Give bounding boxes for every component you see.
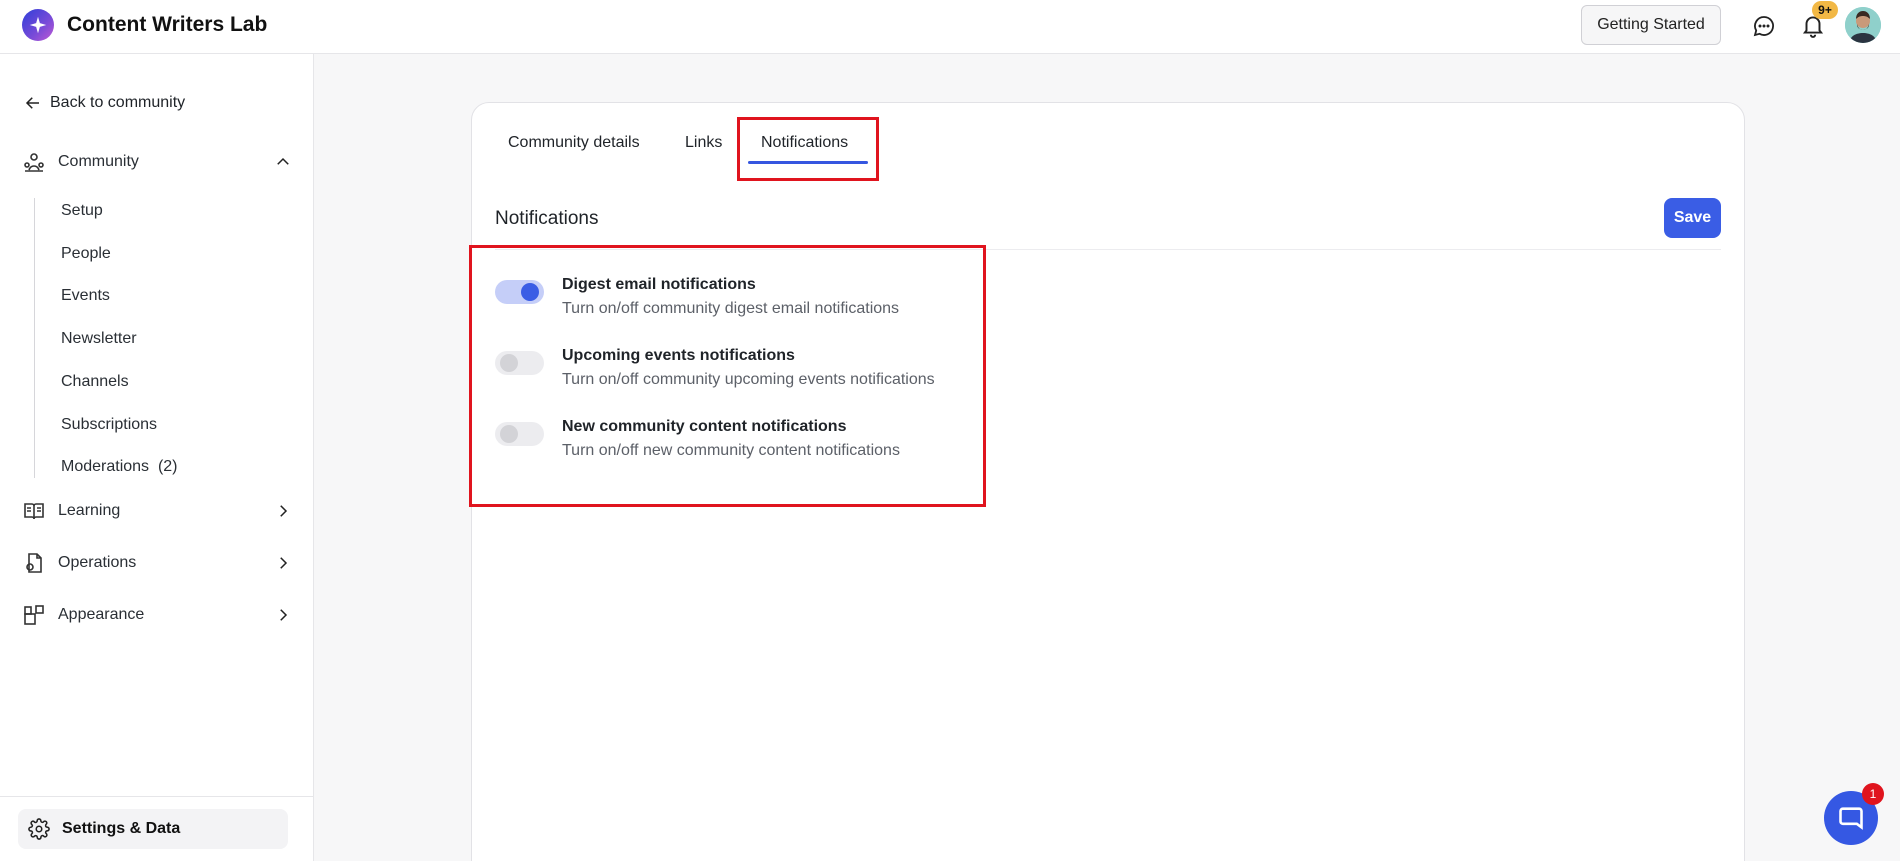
- operations-icon: [26, 553, 42, 573]
- notification-description: Turn on/off community digest email notif…: [562, 300, 900, 317]
- new-content-toggle[interactable]: [495, 422, 544, 446]
- back-to-community-link[interactable]: Back to community: [24, 94, 185, 112]
- settings-and-data-button[interactable]: Settings & Data: [18, 809, 288, 849]
- sidebar-divider: [0, 796, 314, 797]
- tab-notifications[interactable]: Notifications: [761, 134, 848, 152]
- sidebar-item-subscriptions[interactable]: Subscriptions: [61, 416, 157, 434]
- section-divider: [495, 249, 1721, 250]
- sidebar-group-label: Operations: [58, 554, 137, 571]
- chat-badge: 1: [1862, 783, 1884, 805]
- tab-links[interactable]: Links: [685, 134, 722, 152]
- active-tab-indicator: [748, 161, 868, 164]
- sidebar-item-people[interactable]: People: [61, 245, 111, 263]
- notification-title: Digest email notifications: [562, 276, 756, 293]
- section-title: Notifications: [495, 208, 599, 229]
- sidebar-group-learning[interactable]: Learning: [22, 499, 292, 523]
- toggle-knob: [500, 425, 518, 443]
- chevron-right-icon: [280, 609, 288, 621]
- toggle-knob: [521, 283, 539, 301]
- notification-title: Upcoming events notifications: [562, 347, 795, 364]
- tab-community-details[interactable]: Community details: [508, 134, 640, 152]
- sidebar-item-moderations[interactable]: Moderations (2): [61, 458, 178, 476]
- sidebar-group-appearance[interactable]: Appearance: [22, 603, 292, 627]
- back-label: Back to community: [50, 94, 186, 111]
- book-icon: [24, 503, 44, 520]
- notification-description: Turn on/off community upcoming events no…: [562, 371, 935, 388]
- app-title: Content Writers Lab: [67, 13, 268, 36]
- save-button[interactable]: Save: [1664, 198, 1721, 238]
- community-subnav: Setup People Events Newsletter Channels …: [34, 198, 294, 478]
- chevron-right-icon: [280, 557, 288, 569]
- appearance-icon: [24, 605, 44, 625]
- sidebar-item-channels[interactable]: Channels: [61, 373, 129, 391]
- sidebar-item-setup[interactable]: Setup: [61, 202, 103, 220]
- notification-badge: 9+: [1812, 1, 1838, 19]
- community-icon: [24, 153, 44, 172]
- sidebar: Back to community Community Setup People…: [0, 54, 314, 861]
- avatar[interactable]: [1845, 7, 1881, 43]
- sidebar-item-newsletter[interactable]: Newsletter: [61, 330, 137, 348]
- gear-icon: [28, 818, 50, 840]
- toggle-knob: [500, 354, 518, 372]
- getting-started-button[interactable]: Getting Started: [1581, 5, 1721, 45]
- chevron-up-icon: [277, 157, 289, 165]
- top-bar: Content Writers Lab Getting Started 9+: [0, 0, 1900, 54]
- arrow-left-icon: [25, 97, 39, 109]
- sidebar-group-label: Learning: [58, 502, 121, 519]
- sidebar-group-operations[interactable]: Operations: [22, 551, 292, 575]
- chat-bubble-icon: [1839, 807, 1863, 830]
- chat-icon[interactable]: [1752, 14, 1776, 38]
- notification-description: Turn on/off new community content notifi…: [562, 442, 900, 459]
- upcoming-events-toggle[interactable]: [495, 351, 544, 375]
- sidebar-group-label: Appearance: [58, 606, 145, 623]
- notification-title: New community content notifications: [562, 418, 847, 435]
- chevron-right-icon: [280, 505, 288, 517]
- sidebar-group-community[interactable]: Community: [22, 150, 292, 174]
- logo-icon[interactable]: [22, 9, 54, 41]
- sidebar-group-label: Community: [58, 153, 139, 170]
- sidebar-item-events[interactable]: Events: [61, 287, 110, 305]
- settings-label: Settings & Data: [62, 820, 181, 837]
- digest-email-toggle[interactable]: [495, 280, 544, 304]
- settings-card: Community details Links Notifications No…: [471, 102, 1745, 861]
